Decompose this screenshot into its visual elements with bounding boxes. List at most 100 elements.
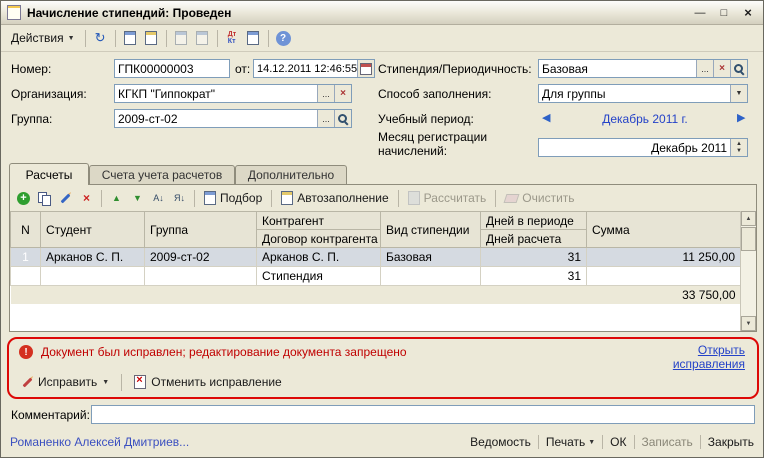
days-calc-cell[interactable]: 31 [481, 267, 587, 286]
date-field[interactable]: 14.12.2011 12:46:55 [253, 59, 375, 78]
save-button[interactable]: Записать [642, 435, 693, 449]
delete-row-button[interactable]: × [77, 189, 96, 208]
correction-notice: ! Документ был исправлен; редактирование… [7, 337, 759, 399]
maximize-button[interactable]: □ [715, 5, 733, 21]
tab-additional[interactable]: Дополнительно [235, 165, 347, 184]
organization-clear-button[interactable]: × [334, 85, 351, 102]
empty-cell[interactable] [587, 267, 741, 286]
organization-select-button[interactable]: ... [317, 85, 334, 102]
sort-asc-button[interactable]: А↓ [149, 189, 168, 208]
scroll-thumb[interactable] [741, 227, 756, 251]
move-down-button[interactable]: ▼ [128, 189, 147, 208]
tab-accounts[interactable]: Счета учета расчетов [89, 165, 235, 184]
print-form-icon[interactable] [193, 29, 212, 48]
stipend-type-cell[interactable]: Базовая [381, 248, 481, 267]
copy-icon [38, 192, 51, 205]
sheet-button[interactable]: Ведомость [470, 435, 531, 449]
organization-field[interactable]: КГКП "Гиппократ" ... × [114, 84, 352, 103]
scroll-up-button[interactable]: ▲ [741, 211, 756, 226]
pick-icon [204, 191, 216, 205]
empty-cell[interactable] [381, 267, 481, 286]
scroll-down-button[interactable]: ▼ [741, 316, 756, 331]
pick-button[interactable]: Подбор [200, 188, 266, 208]
stipend-field[interactable]: Базовая ... × [538, 59, 748, 78]
refresh-icon[interactable]: ↻ [91, 29, 110, 48]
stipend-open-button[interactable] [730, 60, 747, 77]
main-toolbar: Действия ▼ ↻ Дт Кт ? [1, 25, 763, 52]
footer-separator [634, 435, 635, 449]
empty-cell[interactable] [11, 267, 41, 286]
empty-cell[interactable] [145, 267, 257, 286]
toolbar-separator [166, 30, 167, 47]
contract-cell[interactable]: Стипендия [257, 267, 381, 286]
study-period-value[interactable]: Декабрь 2011 г. [557, 112, 733, 126]
col-header-n: N [11, 212, 41, 248]
create-based-on-icon[interactable] [121, 29, 140, 48]
group-cell[interactable]: 2009-ст-02 [145, 248, 257, 267]
fill-method-dropdown-button[interactable]: ▼ [730, 85, 747, 102]
fill-method-combo[interactable]: Для группы ▼ [538, 84, 748, 103]
undo-fix-icon [134, 375, 146, 389]
subordination-structure-icon[interactable] [142, 29, 161, 48]
dtkt-posting-icon[interactable]: Дт Кт [223, 29, 242, 48]
actions-button[interactable]: Действия ▼ [6, 28, 80, 49]
reg-month-spinner[interactable]: ▲ ▼ [730, 139, 747, 156]
table-row-secondary[interactable]: Стипендия 31 [11, 267, 741, 286]
author-link[interactable]: Романенко Алексей Дмитриев... [10, 435, 189, 449]
copy-row-button[interactable] [35, 189, 54, 208]
group-field[interactable]: 2009-ст-02 ... [114, 109, 352, 128]
group-select-button[interactable]: ... [317, 110, 334, 127]
stipend-select-button[interactable]: ... [696, 60, 713, 77]
empty-cell[interactable] [41, 267, 145, 286]
fix-button[interactable]: Исправить ▼ [17, 372, 114, 392]
autofill-icon [281, 191, 293, 205]
period-prev-icon[interactable]: ◀ [542, 111, 550, 124]
col-header-group: Группа [145, 212, 257, 248]
calculate-label: Рассчитать [424, 191, 487, 205]
reg-month-field[interactable]: Декабрь 2011 ▲ ▼ [538, 138, 748, 157]
sort-desc-button[interactable]: Я↓ [170, 189, 189, 208]
report-icon[interactable] [244, 29, 263, 48]
row-number-cell[interactable]: 1 [11, 248, 41, 267]
comment-input[interactable] [91, 405, 755, 424]
help-icon[interactable]: ? [274, 29, 293, 48]
close-window-button[interactable]: Закрыть [708, 435, 754, 449]
undo-fix-button[interactable]: Отменить исправление [129, 372, 287, 392]
contractor-cell[interactable]: Арканов С. П. [257, 248, 381, 267]
student-cell[interactable]: Арканов С. П. [41, 248, 145, 267]
open-corrections-link[interactable]: Открыть исправления [659, 343, 745, 371]
magnifier-icon [338, 114, 348, 124]
move-up-button[interactable]: ▲ [107, 189, 126, 208]
vertical-scrollbar[interactable]: ▲ ▼ [740, 211, 756, 331]
calendar-button[interactable] [357, 60, 374, 77]
minimize-button[interactable]: — [691, 5, 709, 21]
calculate-button[interactable]: Рассчитать [404, 188, 491, 208]
col-header-student: Студент [41, 212, 145, 248]
spin-up-icon: ▲ [736, 141, 742, 148]
ok-button[interactable]: ОК [610, 435, 626, 449]
autofill-button[interactable]: Автозаполнение [277, 188, 392, 208]
clear-button[interactable]: Очистить [501, 188, 578, 208]
edit-row-button[interactable] [56, 189, 75, 208]
titlebar: Начисление стипендий: Проведен — □ × [1, 1, 763, 25]
group-open-button[interactable] [334, 110, 351, 127]
undo-fix-label: Отменить исправление [151, 375, 282, 389]
dropdown-icon: ▼ [588, 439, 595, 446]
sum-cell[interactable]: 11 250,00 [587, 248, 741, 267]
period-next-icon[interactable]: ▶ [737, 111, 745, 124]
close-button[interactable]: × [739, 5, 757, 21]
calculator-icon [408, 191, 420, 205]
eraser-icon [504, 194, 520, 203]
date-label: от: [235, 62, 250, 76]
add-row-button[interactable]: + [14, 189, 33, 208]
related-documents-icon[interactable] [172, 29, 191, 48]
window-icon[interactable] [7, 5, 21, 20]
table-row[interactable]: 1 Арканов С. П. 2009-ст-02 Арканов С. П.… [11, 248, 741, 267]
stipend-clear-button[interactable]: × [713, 60, 730, 77]
magnifier-icon [734, 64, 744, 74]
number-field[interactable]: ГПК00000003 [114, 59, 230, 78]
days-period-cell[interactable]: 31 [481, 248, 587, 267]
print-button[interactable]: Печать ▼ [546, 435, 595, 449]
window-title: Начисление стипендий: Проведен [27, 6, 685, 20]
tab-calculations[interactable]: Расчеты [9, 163, 89, 185]
